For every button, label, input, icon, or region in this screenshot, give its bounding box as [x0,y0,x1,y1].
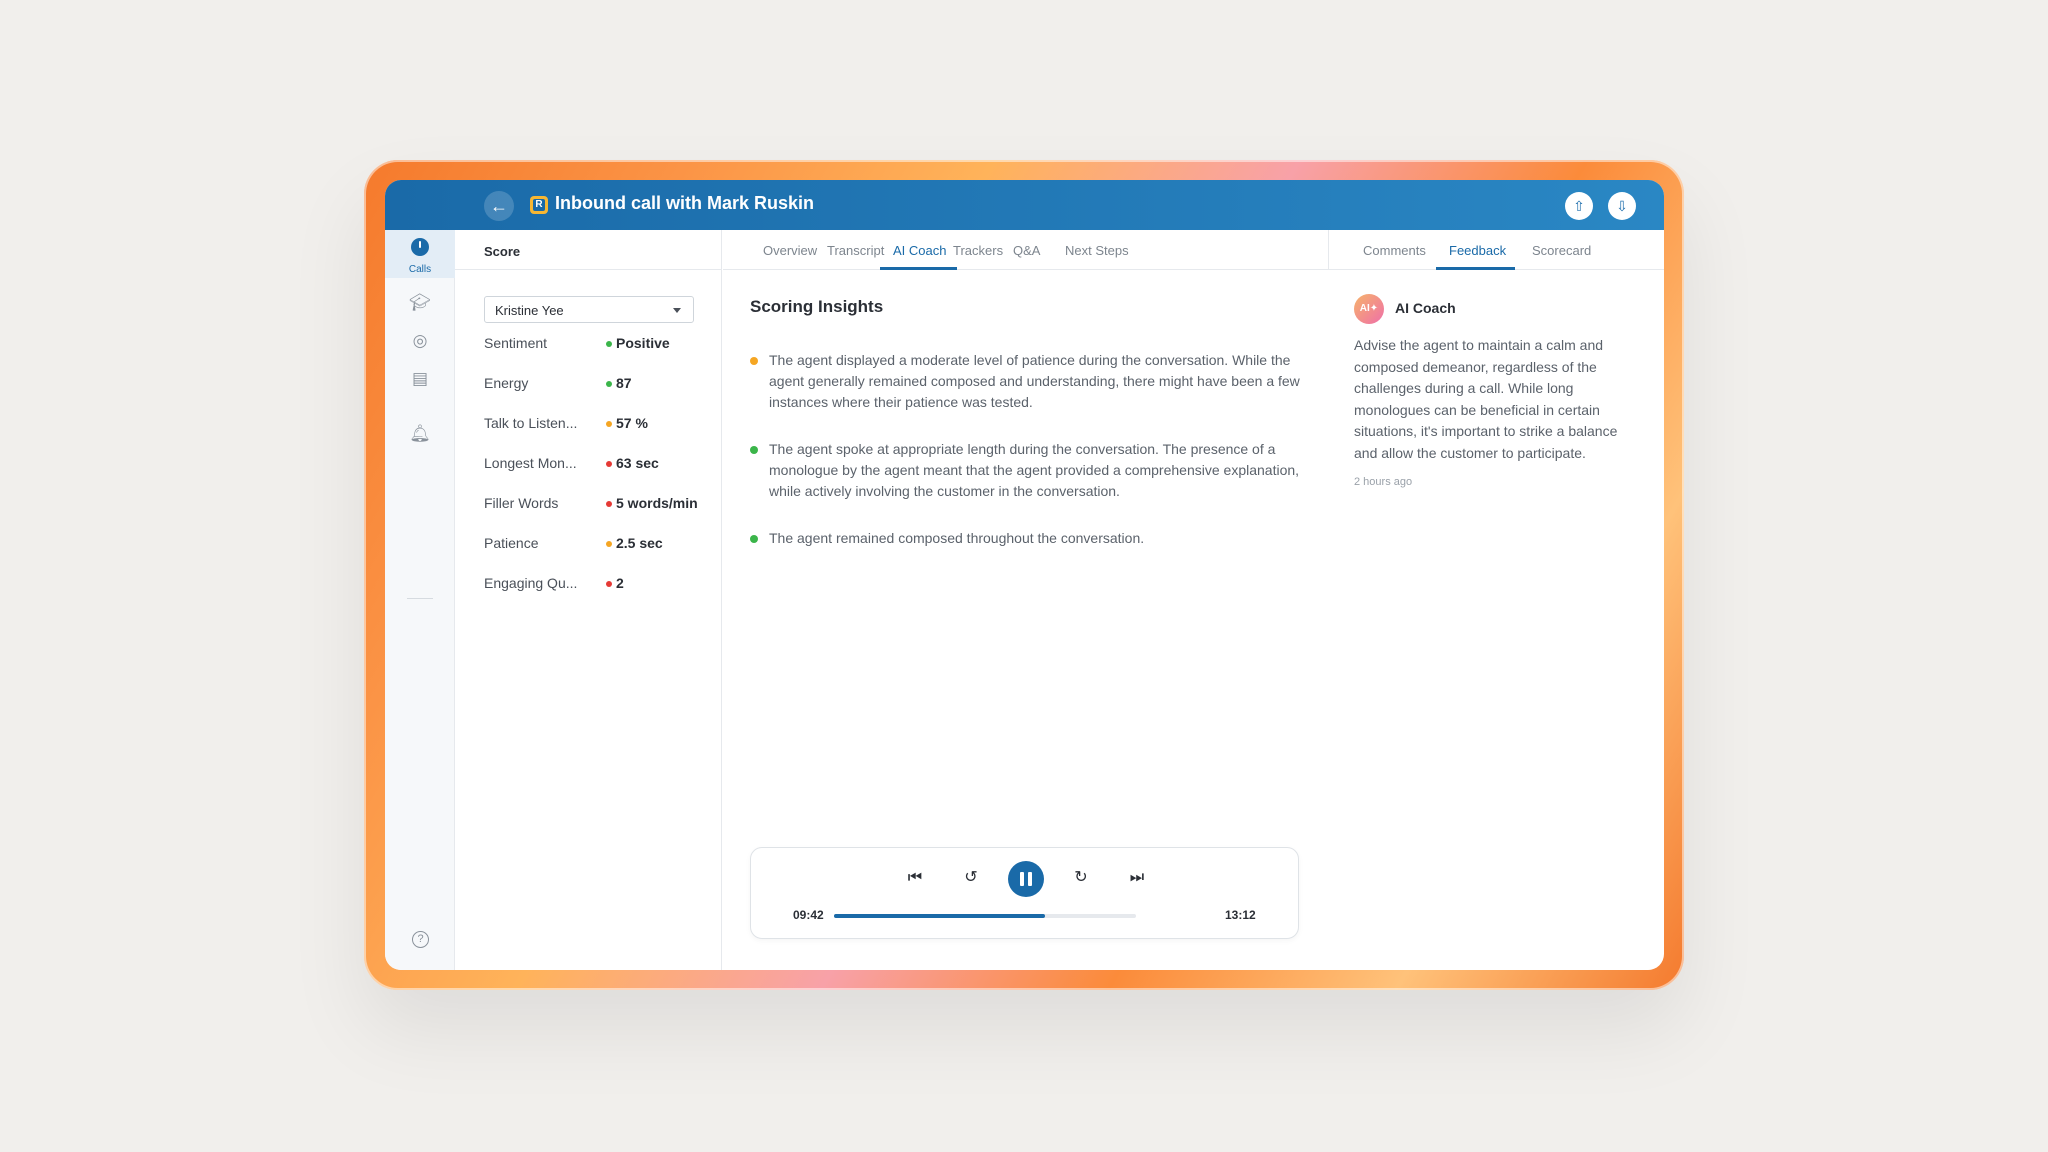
metric-value: 2.5 sec [616,535,663,551]
page-title: Inbound call with Mark Ruskin [555,193,815,213]
status-dot-icon [750,357,758,365]
metric-value: 57 % [616,415,648,431]
rail-item-label: Calls [408,264,432,275]
status-dot-icon [750,446,758,454]
active-tab-underline [1436,267,1515,270]
message-timestamp: 2 hours ago [1354,476,1413,488]
insight-item: The agent spoke at appropriate length du… [750,439,1310,502]
target-icon[interactable]: ◎ [385,331,455,351]
download-icon[interactable]: ⇩ [1608,192,1636,220]
metric-row: Energy 87 [484,373,714,395]
top-bar: ← R Inbound call with Mark Ruskin ⇧ ⇩ [385,180,1664,230]
pause-button[interactable] [1008,861,1044,897]
skip-forward-icon[interactable]: ⏭︎ [1125,866,1149,890]
tab-q-a[interactable]: Q&A [1013,243,1040,258]
metric-label: Longest Mon... [484,455,577,471]
metric-label: Energy [484,375,529,391]
metric-value: 63 sec [616,455,659,471]
metric-value: 2 [616,575,624,591]
insight-item: The agent remained composed throughout t… [750,528,1310,549]
forward-15-icon[interactable]: ↻ [1069,866,1093,890]
score-title: Score [455,230,721,270]
rail-item-calls[interactable]: Calls [385,230,455,278]
metric-label: Patience [484,535,539,551]
back-button[interactable]: ← [484,191,514,221]
metric-value: 5 words/min [616,495,698,511]
metric-label: Talk to Listen... [484,415,578,431]
metric-row: Patience 2.5 sec [484,533,714,555]
library-icon[interactable]: ▤ [385,369,455,389]
graduation-cap-icon[interactable]: 🎓︎ [385,293,455,313]
status-dot-icon [606,461,612,467]
coach-message: Advise the agent to maintain a calm and … [1354,337,1618,461]
status-dot-icon [606,541,612,547]
app-logo-icon: R [530,196,548,214]
tab-transcript[interactable]: Transcript [827,243,884,258]
skip-back-icon[interactable]: ⏮︎ [903,866,927,890]
ai-coach-avatar: AI✦ [1354,294,1384,324]
metric-label: Sentiment [484,335,548,351]
insight-text: The agent remained composed throughout t… [769,530,1145,546]
metric-row: Sentiment Positive [484,333,714,355]
status-dot-icon [606,381,612,387]
tab-feedback[interactable]: Feedback [1449,243,1506,258]
rewind-15-icon[interactable]: ↺ [959,866,983,890]
left-rail: Calls 🎓︎ ◎ ▤ 🔔︎ ? [385,230,455,970]
score-panel: Score Kristine Yee Sentiment Positive Ener… [455,230,722,970]
center-tabs: Overview Transcript AI Coach Trackers Q&A Nex… [723,230,1328,270]
bell-icon[interactable]: 🔔︎ [385,424,455,444]
metric-row: Talk to Listen... 57 % [484,413,714,435]
status-dot-icon [606,341,612,347]
tab-next-steps[interactable]: Next Steps [1065,243,1129,258]
tab-scorecard[interactable]: Scorecard [1532,243,1591,258]
status-dot-icon [750,535,758,543]
active-tab-underline [880,267,957,270]
metric-row: Longest Mon... 63 sec [484,453,714,475]
agent-select-value: Kristine Yee [495,303,564,318]
clock-icon [411,238,429,256]
coach-name: AI Coach [1395,300,1456,316]
share-icon[interactable]: ⇧ [1565,192,1593,220]
chevron-down-icon [673,308,681,313]
tab-overview[interactable]: Overview [763,243,817,258]
metric-row: Engaging Qu... 2 [484,573,714,595]
rail-divider [407,598,433,599]
insight-item: The agent displayed a moderate level of … [750,350,1310,413]
tab-trackers[interactable]: Trackers [953,243,1003,258]
metric-label: Engaging Qu... [484,575,578,591]
insights-title: Scoring Insights [750,297,884,316]
tab-comments[interactable]: Comments [1363,243,1426,258]
total-time: 13:12 [1225,908,1256,922]
status-dot-icon [606,421,612,427]
metric-row: Filler Words 5 words/min [484,493,714,515]
tab-ai-coach[interactable]: AI Coach [893,243,946,258]
right-tabs: Comments Feedback Scorecard [1328,230,1664,270]
status-dot-icon [606,501,612,507]
metric-value: Positive [616,335,670,351]
app-window: ← R Inbound call with Mark Ruskin ⇧ ⇩ Ca… [385,180,1664,970]
progress-fill [834,914,1046,918]
metric-value: 87 [616,375,632,391]
current-time: 09:42 [793,908,824,922]
status-dot-icon [606,581,612,587]
help-icon[interactable]: ? [412,931,429,948]
progress-bar[interactable] [834,914,1136,918]
audio-player: ⏮︎ ↺ ↻ ⏭︎ 09:42 13:12 [750,847,1299,939]
agent-select[interactable]: Kristine Yee [484,296,694,323]
insight-text: The agent spoke at appropriate length du… [769,441,1300,499]
insight-text: The agent displayed a moderate level of … [769,352,1300,410]
metric-label: Filler Words [484,495,559,511]
